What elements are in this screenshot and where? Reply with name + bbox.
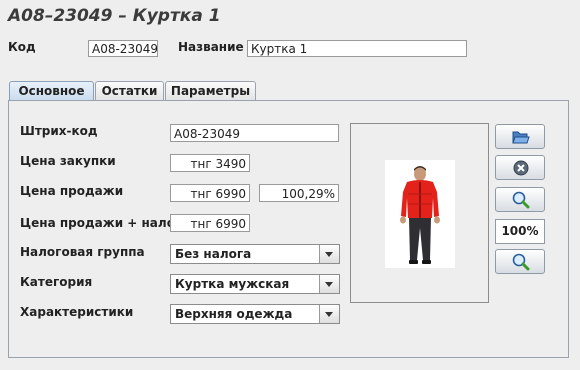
open-folder-icon xyxy=(512,131,530,144)
product-image xyxy=(385,160,455,268)
open-image-button[interactable] xyxy=(495,124,545,149)
category-value: Куртка мужская xyxy=(175,277,290,291)
chevron-down-icon[interactable] xyxy=(319,275,339,293)
attributes-label: Характеристики xyxy=(20,305,134,319)
delete-image-button[interactable] xyxy=(495,155,545,180)
code-field[interactable]: A08-23049 xyxy=(88,40,158,57)
chevron-down-icon[interactable] xyxy=(319,245,339,263)
zoom-level: 100% xyxy=(495,219,545,244)
tax-group-value: Без налога xyxy=(175,247,252,261)
delete-icon xyxy=(513,160,529,176)
attributes-value: Верхняя одежда xyxy=(175,307,293,321)
tax-group-select[interactable]: Без налога xyxy=(170,244,340,264)
sale-price-tax-field[interactable]: тнг 6990 xyxy=(170,214,250,232)
category-label: Категория xyxy=(20,275,93,289)
product-image-frame xyxy=(350,123,489,303)
chevron-down-icon[interactable] xyxy=(319,305,339,323)
page-title: A08–23049 – Куртка 1 xyxy=(8,6,221,26)
tab-stock[interactable]: Остатки xyxy=(95,81,164,100)
attributes-select[interactable]: Верхняя одежда xyxy=(170,304,340,324)
purchase-price-label: Цена закупки xyxy=(20,154,116,168)
name-field[interactable]: Куртка 1 xyxy=(247,40,467,57)
name-label: Название xyxy=(178,40,244,54)
category-select[interactable]: Куртка мужская xyxy=(170,274,340,294)
zoom-in-button[interactable] xyxy=(495,187,545,212)
zoom-out-icon xyxy=(512,253,530,271)
purchase-price-field[interactable]: тнг 3490 xyxy=(170,154,250,172)
barcode-label: Штрих-код xyxy=(20,124,98,138)
tax-group-label: Налоговая группа xyxy=(20,245,145,259)
tab-parameters[interactable]: Параметры xyxy=(165,81,256,100)
zoom-out-button[interactable] xyxy=(495,249,545,274)
barcode-field[interactable]: A08-23049 xyxy=(170,124,339,142)
sale-price-tax-label: Цена продажи + налог xyxy=(20,216,182,230)
code-label: Код xyxy=(8,40,36,54)
sale-price-label: Цена продажи xyxy=(20,184,124,198)
markup-field[interactable]: 100,29% xyxy=(259,184,339,202)
tab-main[interactable]: Основное xyxy=(9,81,94,101)
sale-price-field[interactable]: тнг 6990 xyxy=(170,184,250,202)
zoom-in-icon xyxy=(512,191,530,209)
